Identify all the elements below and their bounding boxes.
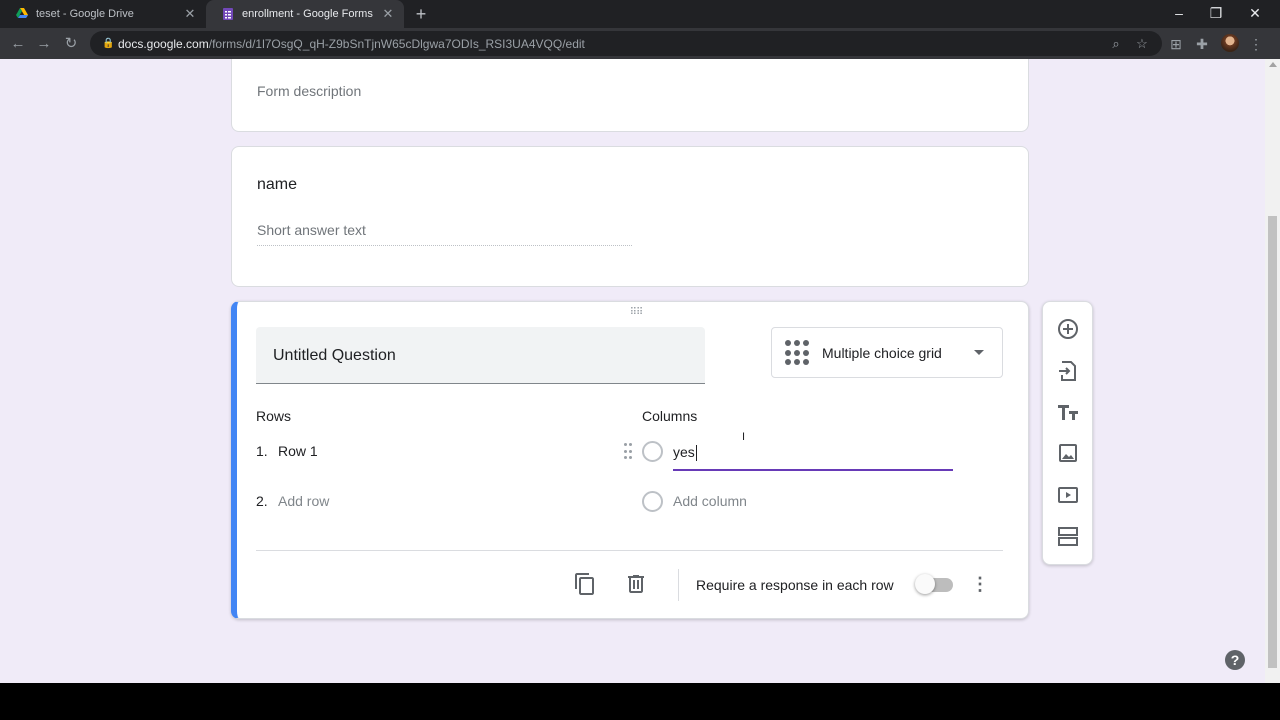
back-icon[interactable]: ←	[8, 34, 28, 54]
tab-google-forms[interactable]: enrollment - Google Forms ✕	[206, 0, 404, 28]
chevron-down-icon	[974, 350, 984, 355]
form-header-card: Form description	[231, 59, 1029, 132]
taskbar-area	[0, 683, 1280, 720]
add-row-button[interactable]: 2. Add row	[256, 493, 329, 509]
scroll-up-arrow-icon[interactable]	[1269, 62, 1277, 67]
google-drive-icon	[16, 8, 28, 18]
grid-row-item[interactable]: 1. Row 1	[256, 443, 318, 459]
add-row-label: Add row	[278, 493, 330, 509]
column-drag-icon[interactable]	[624, 443, 636, 461]
zoom-icon[interactable]: ⌕	[1108, 36, 1124, 52]
scroll-thumb[interactable]	[1268, 216, 1277, 668]
row-label: Row 1	[278, 443, 318, 459]
page-scrollbar[interactable]	[1265, 59, 1280, 683]
short-answer-placeholder: Short answer text	[257, 222, 632, 246]
add-title-icon[interactable]	[1056, 400, 1080, 424]
forms-editor-page: Form description name Short answer text …	[0, 59, 1280, 683]
extension-grid-icon[interactable]: ⊞	[1166, 34, 1186, 54]
question-type-dropdown[interactable]: Multiple choice grid	[771, 327, 1003, 378]
tab-title: enrollment - Google Forms	[242, 8, 373, 20]
question-title-field[interactable]: Untitled Question	[256, 327, 705, 384]
menu-kebab-icon[interactable]: ⋮	[1246, 34, 1266, 54]
address-bar[interactable]: 🔒 docs.google.com/forms/d/1l7OsgQ_qH-Z9b…	[90, 31, 1162, 56]
new-tab-icon[interactable]: +	[411, 4, 431, 24]
question-type-label: Multiple choice grid	[822, 345, 942, 361]
add-video-icon[interactable]	[1056, 483, 1080, 507]
forward-icon[interactable]: →	[34, 34, 54, 54]
url-text: docs.google.com/forms/d/1l7OsgQ_qH-Z9bSn…	[118, 36, 585, 51]
profile-avatar[interactable]	[1221, 34, 1239, 52]
tab-strip: teset - Google Drive ✕ enrollment - Goog…	[0, 0, 1280, 28]
close-tab-icon[interactable]: ✕	[378, 6, 398, 22]
add-section-icon[interactable]	[1056, 524, 1080, 548]
more-options-icon[interactable]: ⋮	[971, 572, 989, 596]
google-forms-icon	[223, 8, 233, 20]
close-window-icon[interactable]: ✕	[1236, 0, 1274, 28]
delete-trash-icon[interactable]	[624, 572, 648, 596]
mouse-ibeam-cursor: I	[742, 431, 746, 443]
minimize-icon[interactable]: –	[1160, 0, 1198, 28]
browser-toolbar: ← → ↻ 🔒 docs.google.com/forms/d/1l7OsgQ_…	[0, 28, 1280, 59]
require-response-toggle[interactable]	[915, 574, 953, 594]
require-response-label: Require a response in each row	[696, 577, 894, 593]
radio-circle-icon	[642, 491, 663, 512]
add-column-button[interactable]: Add column	[673, 493, 747, 509]
close-tab-icon[interactable]: ✕	[180, 6, 200, 22]
tab-google-drive[interactable]: teset - Google Drive ✕	[0, 0, 206, 28]
question-title: name	[257, 176, 298, 193]
restore-icon[interactable]: ❐	[1197, 0, 1235, 28]
import-questions-icon[interactable]	[1056, 359, 1080, 383]
divider	[256, 550, 1003, 551]
tab-title: teset - Google Drive	[36, 8, 134, 20]
text-cursor	[695, 445, 697, 462]
help-icon[interactable]: ?	[1225, 650, 1245, 670]
vertical-divider	[678, 569, 679, 601]
lock-icon: 🔒	[102, 37, 115, 49]
question-card-name[interactable]: name Short answer text	[231, 146, 1029, 287]
bookmark-star-icon[interactable]: ☆	[1134, 36, 1150, 52]
columns-header: Columns	[642, 408, 698, 424]
column-option-input[interactable]: yes	[673, 439, 953, 471]
form-description-field[interactable]: Form description	[257, 83, 361, 99]
duplicate-icon[interactable]	[573, 572, 597, 596]
column-option-value: yes	[673, 444, 695, 460]
add-image-icon[interactable]	[1056, 441, 1080, 465]
question-title-text: Untitled Question	[273, 347, 396, 364]
extensions-puzzle-icon[interactable]: ✚	[1192, 34, 1212, 54]
multiple-choice-grid-icon	[785, 340, 811, 366]
add-question-icon[interactable]	[1056, 317, 1080, 341]
radio-circle-icon	[642, 441, 663, 462]
question-card-active[interactable]: ⠿⠿ Untitled Question Multiple choice gri…	[231, 301, 1029, 619]
rows-header: Rows	[256, 408, 292, 424]
reload-icon[interactable]: ↻	[61, 34, 81, 54]
drag-handle-icon[interactable]: ⠿⠿	[626, 308, 646, 321]
question-side-toolbar	[1042, 301, 1093, 565]
